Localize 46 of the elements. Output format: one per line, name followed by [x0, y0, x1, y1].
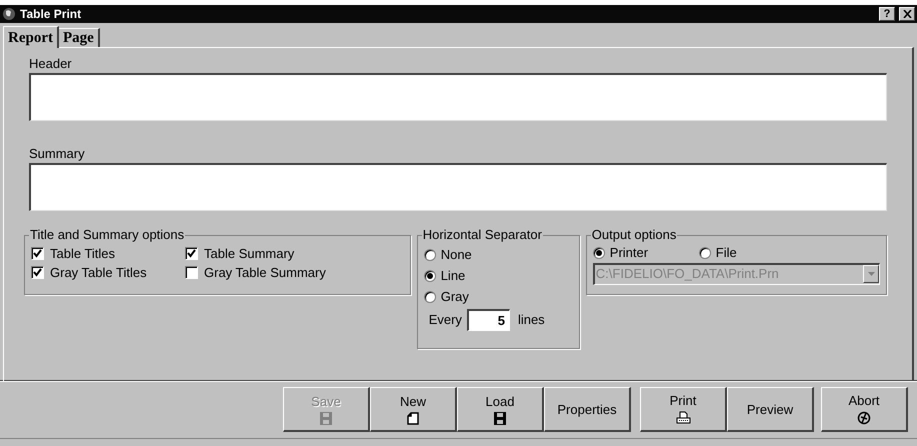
abort-icon	[857, 411, 871, 425]
radio-label[interactable]: None	[440, 244, 472, 264]
field-label: Header	[29, 55, 73, 73]
radio-label[interactable]: Gray	[440, 286, 469, 306]
number-field[interactable]: 5	[466, 309, 510, 331]
toolbar-button[interactable]: Abort	[821, 387, 908, 432]
group-title: Output options	[590, 227, 678, 243]
text-area[interactable]	[29, 163, 887, 211]
radio-label[interactable]: Line	[440, 266, 466, 286]
tab[interactable]: Report	[3, 26, 59, 48]
checkbox[interactable]	[185, 247, 198, 260]
page-icon	[407, 412, 419, 424]
toolbar-button[interactable]: Print	[640, 387, 727, 432]
floppy-icon	[320, 412, 332, 424]
toolbar-button[interactable]: Load	[457, 387, 544, 432]
radio-button[interactable]	[592, 247, 605, 259]
every-label: Every	[428, 311, 462, 330]
checkbox[interactable]	[31, 266, 44, 279]
toolbar-button[interactable]: Properties	[544, 387, 631, 432]
close-icon[interactable]	[902, 10, 912, 18]
radio-button[interactable]	[424, 248, 436, 260]
radio-button[interactable]	[698, 247, 711, 259]
globe-icon	[2, 7, 16, 21]
floppy-icon	[494, 412, 506, 424]
toolbar-button[interactable]: New	[370, 387, 457, 432]
checkbox-label[interactable]: Table Summary	[204, 244, 294, 264]
close-button[interactable]	[899, 7, 915, 21]
text-area[interactable]	[29, 73, 887, 121]
radio-button[interactable]	[424, 270, 436, 282]
group-title: Title and Summary options	[29, 227, 186, 243]
checkbox-label[interactable]: Table Titles	[50, 244, 116, 264]
checkbox-label[interactable]: Gray Table Titles	[50, 262, 147, 282]
tab[interactable]: Page	[59, 28, 100, 47]
printer-icon	[676, 411, 690, 425]
radio-button[interactable]	[424, 290, 436, 302]
checkbox-label[interactable]: Gray Table Summary	[204, 262, 326, 282]
help-button[interactable]: ?	[879, 7, 895, 21]
checkbox[interactable]	[31, 247, 44, 260]
field-label: Summary	[29, 145, 86, 163]
checkbox[interactable]	[185, 266, 198, 279]
radio-label[interactable]: File	[716, 243, 737, 263]
window-title: Table Print	[20, 6, 82, 23]
unit-label: lines	[518, 311, 545, 330]
group-title: Horizontal Separator	[422, 227, 543, 243]
toolbar-button[interactable]: Preview	[727, 387, 814, 432]
radio-label[interactable]: Printer	[610, 243, 648, 263]
